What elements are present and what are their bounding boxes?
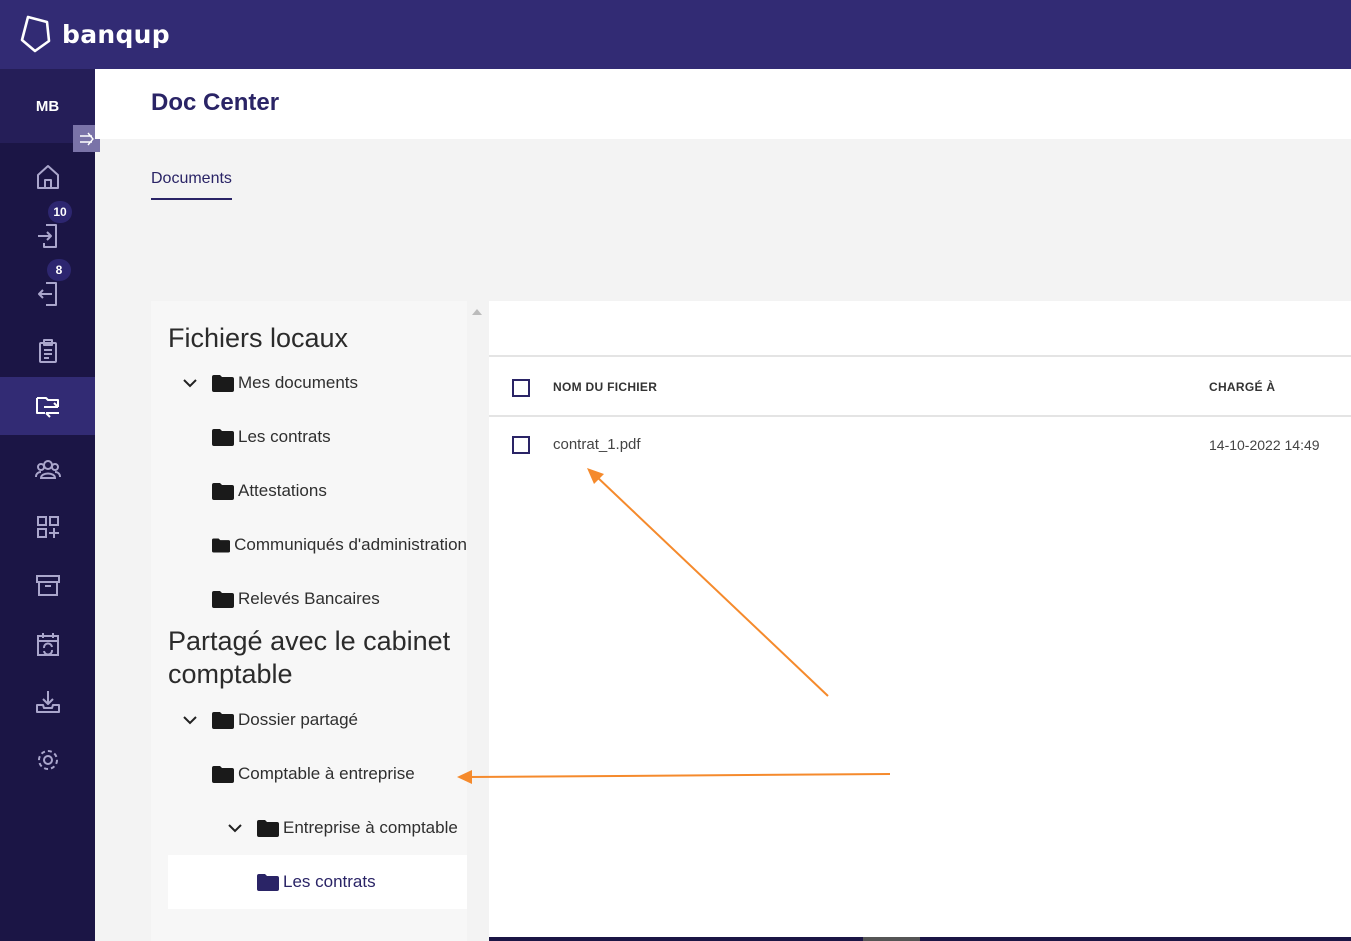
row-checkbox[interactable] xyxy=(512,436,530,454)
tree-item-les-contrats[interactable]: Les contrats xyxy=(151,410,467,464)
folder-icon xyxy=(212,428,234,446)
tree-item-label: Attestations xyxy=(238,481,327,500)
file-uploaded-date: 14-10-2022 14:49 xyxy=(1209,437,1320,453)
table-header: NOM DU FICHIER CHARGÉ À xyxy=(489,359,1351,417)
top-bar: banqup xyxy=(0,0,1351,69)
column-header-uploaded[interactable]: CHARGÉ À xyxy=(1209,380,1275,394)
outgoing-count-badge: 8 xyxy=(47,259,71,281)
folder-icon xyxy=(212,537,231,553)
folder-icon xyxy=(212,482,234,500)
sidebar: MB 10 8 xyxy=(0,69,100,941)
folder-icon xyxy=(212,374,234,392)
doc-transfer-icon xyxy=(35,397,59,418)
expand-arrow-icon xyxy=(79,132,94,145)
sidebar-item-doc-center[interactable] xyxy=(0,377,95,435)
tree-item-communiques[interactable]: Communiqués d'administration xyxy=(151,518,467,572)
tree-item-mes-documents[interactable]: Mes documents xyxy=(151,356,467,410)
page-header: Doc Center xyxy=(95,69,1351,139)
folder-icon xyxy=(212,711,234,729)
sidebar-item-incoming[interactable]: 10 xyxy=(0,201,95,264)
tree-item-comptable-a-entreprise[interactable]: Comptable à entreprise xyxy=(151,747,467,801)
tree-item-label: Dossier partagé xyxy=(238,710,359,729)
chevron-down-icon[interactable] xyxy=(225,818,245,838)
folder-icon xyxy=(257,819,279,837)
brand-name: banqup xyxy=(62,19,170,49)
home-icon xyxy=(36,165,59,189)
apps-add-icon xyxy=(36,516,59,538)
scroll-up-arrow-icon[interactable] xyxy=(472,309,482,315)
tree-item-label: Communiqués d'administration xyxy=(234,535,467,554)
contacts-icon xyxy=(34,460,61,479)
download-tray-icon xyxy=(35,691,60,713)
sidebar-item-apps[interactable] xyxy=(0,498,95,556)
settings-gear-icon xyxy=(37,750,58,770)
sidebar-item-contacts[interactable] xyxy=(0,440,95,498)
folder-tree-panel: Fichiers locaux Mes documents Les contra… xyxy=(151,301,467,941)
table-row[interactable]: contrat_1.pdf 14-10-2022 14:49 xyxy=(489,419,1351,469)
tree-item-label: Entreprise à comptable xyxy=(283,818,458,837)
inbox-in-icon xyxy=(37,224,57,248)
tree-item-attestations[interactable]: Attestations xyxy=(151,464,467,518)
chevron-down-icon[interactable] xyxy=(180,710,200,730)
tree-item-dossier-partage[interactable]: Dossier partagé xyxy=(151,693,467,747)
folder-icon xyxy=(212,765,234,783)
tree-item-les-contrats-shared[interactable]: Les contrats xyxy=(168,855,467,909)
tree-item-label: Comptable à entreprise xyxy=(238,764,415,783)
tree-item-entreprise-a-comptable[interactable]: Entreprise à comptable xyxy=(151,801,467,855)
page-title: Doc Center xyxy=(151,89,280,116)
tree-item-label: Les contrats xyxy=(283,872,376,891)
tree-scrollbar[interactable] xyxy=(467,301,489,941)
file-list-panel: NOM DU FICHIER CHARGÉ À contrat_1.pdf 14… xyxy=(489,301,1351,941)
tree-item-label: Mes documents xyxy=(238,373,358,392)
calendar-sync-icon xyxy=(36,633,59,656)
shared-heading: Partagé avec le cabinet comptable xyxy=(168,626,451,689)
sidebar-item-settings[interactable] xyxy=(0,731,95,789)
banqup-logo[interactable]: banqup xyxy=(18,14,170,54)
file-list-toolbar xyxy=(489,301,1351,357)
sidebar-item-downloads[interactable] xyxy=(0,673,95,731)
incoming-count-badge: 10 xyxy=(48,201,72,223)
file-name[interactable]: contrat_1.pdf xyxy=(553,436,641,453)
sidebar-item-outgoing[interactable]: 8 xyxy=(0,259,95,322)
select-all-checkbox[interactable] xyxy=(512,379,530,397)
bottom-scrollbar-thumb[interactable] xyxy=(863,937,920,941)
tree-item-label: Relevés Bancaires xyxy=(238,589,380,608)
chevron-down-icon[interactable] xyxy=(180,373,200,393)
bottom-scrollbar-track[interactable] xyxy=(489,937,1351,941)
tree-item-releves-bancaires[interactable]: Relevés Bancaires xyxy=(151,572,467,626)
tree-item-label: Les contrats xyxy=(238,427,331,446)
sidebar-item-tasks[interactable] xyxy=(0,322,95,380)
folder-icon xyxy=(212,590,234,608)
outbox-icon xyxy=(37,282,57,306)
sidebar-item-home[interactable] xyxy=(0,148,95,206)
archive-icon xyxy=(35,575,60,596)
tab-documents[interactable]: Documents xyxy=(151,170,232,200)
clipboard-icon xyxy=(38,339,57,363)
folder-icon xyxy=(257,873,279,891)
banqup-logo-icon xyxy=(20,15,51,53)
sidebar-item-archive[interactable] xyxy=(0,556,95,614)
local-files-heading: Fichiers locaux xyxy=(168,323,349,353)
sidebar-item-scheduling[interactable] xyxy=(0,615,95,673)
column-header-filename[interactable]: NOM DU FICHIER xyxy=(553,380,657,394)
